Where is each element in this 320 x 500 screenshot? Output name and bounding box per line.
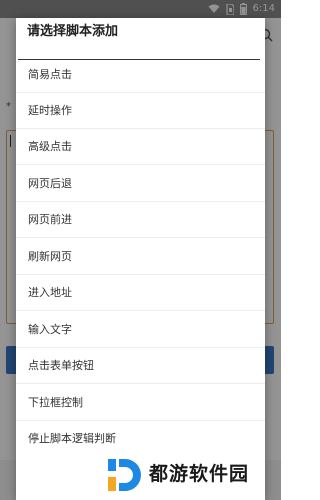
option-click-form-button[interactable]: 点击表单按钮 — [16, 347, 265, 383]
option-simple-click[interactable]: 简易点击 — [16, 56, 265, 92]
option-delay[interactable]: 延时操作 — [16, 92, 265, 128]
option-refresh-page[interactable]: 刷新网页 — [16, 238, 265, 274]
option-enter-address[interactable]: 进入地址 — [16, 274, 265, 310]
option-advanced-click[interactable]: 高级点击 — [16, 128, 265, 164]
watermark: 都游软件园 — [105, 453, 281, 497]
option-page-forward[interactable]: 网页前进 — [16, 201, 265, 237]
option-dropdown-control[interactable]: 下拉框控制 — [16, 384, 265, 420]
option-input-text[interactable]: 输入文字 — [16, 311, 265, 347]
dialog-title: 请选择脚本添加 — [27, 24, 119, 39]
watermark-logo-icon — [108, 459, 141, 491]
option-page-back[interactable]: 网页后退 — [16, 165, 265, 201]
script-select-dialog: 请选择脚本添加 简易点击 延时操作 高级点击 网页后退 网页前进 刷新网页 进入… — [16, 18, 265, 500]
watermark-text: 都游软件园 — [149, 463, 250, 485]
option-stop-script-logic[interactable]: 停止脚本逻辑判断 — [16, 420, 265, 456]
